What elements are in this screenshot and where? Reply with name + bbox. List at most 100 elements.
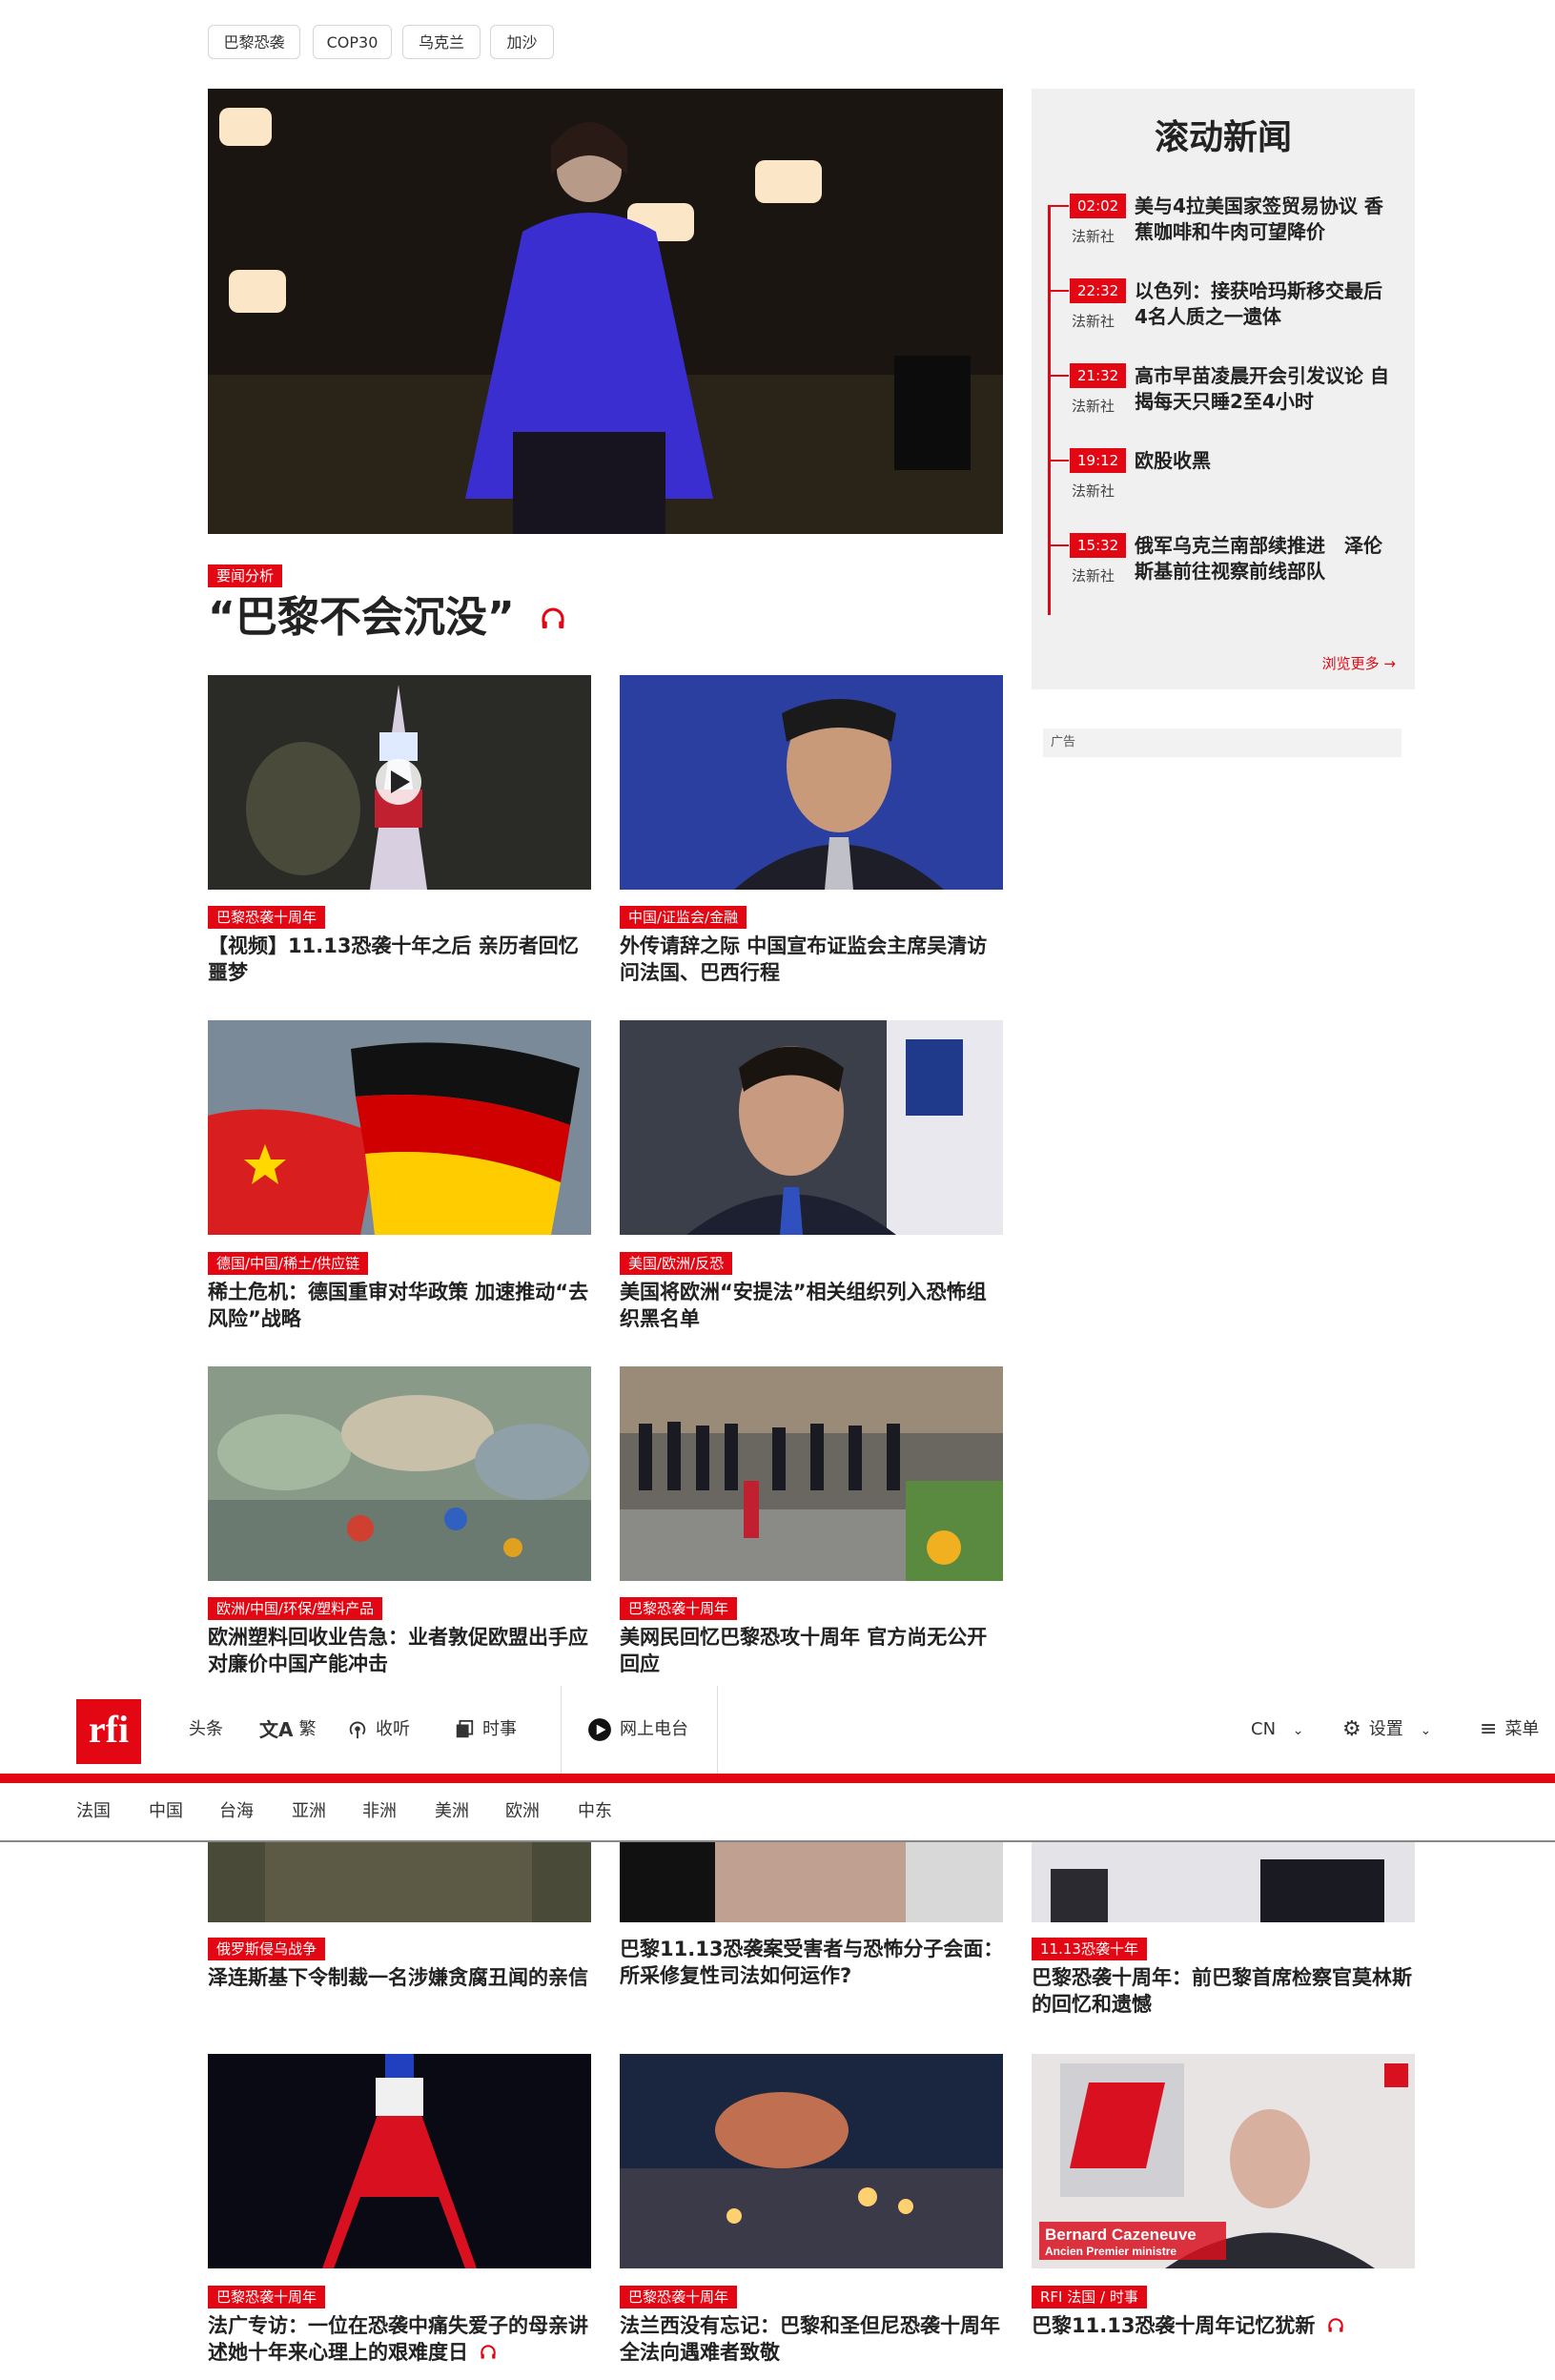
subnav-asia[interactable]: 亚洲 xyxy=(292,1783,326,1840)
article-headline[interactable]: 美国将欧洲“安提法”相关组织列入恐怖组织黑名单 xyxy=(620,1279,1006,1332)
news-title[interactable]: 美与4拉美国家签贸易协议 香蕉咖啡和牛肉可望降价 xyxy=(1135,194,1392,245)
article-headline[interactable]: 美网民回忆巴黎恐攻十周年 官方尚无公开回应 xyxy=(620,1624,1006,1677)
news-source: 法新社 xyxy=(1072,398,1115,415)
image-caption-role: Ancien Premier ministre xyxy=(1045,2245,1176,2258)
news-time: 15:32 xyxy=(1070,533,1127,558)
main-navbar: rfi 头条 文A 繁 收听 时事 网上电台 CN ⌄ ⚙ 设置 ⌄ ≡ 菜单 xyxy=(0,1686,1555,1774)
article-label[interactable]: 巴黎恐袭十周年 xyxy=(620,2286,738,2308)
article-image-rubio[interactable] xyxy=(620,1020,1003,1235)
rfi-logo[interactable]: rfi xyxy=(76,1699,141,1764)
lower-article-image-candles[interactable] xyxy=(620,2054,1003,2268)
hamburger-icon: ≡ xyxy=(1480,1717,1498,1741)
article-headline-text[interactable]: 法广专访：一位在恐袭中痛失爱子的母亲讲述她十年来心理上的艰难度日 xyxy=(208,2314,588,2364)
topic-tag-gaza[interactable]: 加沙 xyxy=(490,25,554,59)
news-source: 法新社 xyxy=(1072,228,1115,245)
article-label[interactable]: 巴黎恐袭十周年 xyxy=(208,906,326,929)
article-label[interactable]: 11.13恐袭十年 xyxy=(1032,1938,1147,1960)
browse-more-link[interactable]: 浏览更多 → xyxy=(1322,653,1396,673)
headphones-icon xyxy=(542,607,564,628)
article-image-flags[interactable] xyxy=(208,1020,591,1235)
subnav-africa[interactable]: 非洲 xyxy=(362,1783,397,1840)
lower-article-image[interactable] xyxy=(208,1840,591,1922)
podcast-icon xyxy=(349,1721,366,1739)
nav-divider xyxy=(717,1686,718,1774)
article-headline[interactable]: 巴黎11.13恐袭案受害者与恐怖分子会面：所采修复性司法如何运作? xyxy=(620,1936,1006,1989)
ad-label: 广告 xyxy=(1043,728,1402,757)
article-label[interactable]: 俄罗斯侵乌战争 xyxy=(208,1938,326,1960)
news-time: 19:12 xyxy=(1070,448,1127,473)
nav-headlines[interactable]: 头条 xyxy=(189,1686,223,1774)
news-title[interactable]: 欧股收黑 xyxy=(1135,448,1392,474)
subnav-taiwan-strait[interactable]: 台海 xyxy=(219,1783,254,1840)
article-headline[interactable]: 外传请辞之际 中国宣布证监会主席吴清访问法国、巴西行程 xyxy=(620,933,1006,986)
article-image-video[interactable] xyxy=(208,675,591,890)
subnav-france[interactable]: 法国 xyxy=(76,1783,111,1840)
nav-current-affairs-label: 时事 xyxy=(482,1719,517,1739)
nav-online-radio[interactable]: 网上电台 xyxy=(587,1686,688,1774)
region-subnav: 法国 中国 台海 亚洲 非洲 美洲 欧洲 中东 xyxy=(0,1783,1555,1842)
nav-listen-label: 收听 xyxy=(376,1719,410,1739)
subnav-europe[interactable]: 欧洲 xyxy=(505,1783,540,1840)
article-headline[interactable]: 法广专访：一位在恐袭中痛失爱子的母亲讲述她十年来心理上的艰难度日 xyxy=(208,2312,594,2366)
topic-tag-ukraine[interactable]: 乌克兰 xyxy=(402,25,481,59)
news-time: 21:32 xyxy=(1070,363,1127,388)
menu-button[interactable]: ≡ 菜单 xyxy=(1480,1686,1539,1774)
nav-listen[interactable]: 收听 xyxy=(347,1686,410,1774)
article-label[interactable]: 德国/中国/稀土/供应链 xyxy=(208,1252,369,1275)
hero-image[interactable] xyxy=(208,89,1003,534)
news-source: 法新社 xyxy=(1072,313,1115,330)
article-image-official[interactable] xyxy=(620,675,1003,890)
topic-tag-cop30[interactable]: COP30 xyxy=(313,25,392,59)
rolling-news-panel: 滚动新闻 02:02 法新社 美与4拉美国家签贸易协议 香蕉咖啡和牛肉可望降价 … xyxy=(1032,89,1415,689)
news-source: 法新社 xyxy=(1072,567,1115,585)
news-time: 22:32 xyxy=(1070,278,1127,303)
article-headline[interactable]: 稀土危机：德国重审对华政策 加速推动“去风险”战略 xyxy=(208,1279,594,1332)
subnav-americas[interactable]: 美洲 xyxy=(435,1783,469,1840)
subnav-middle-east[interactable]: 中东 xyxy=(578,1783,612,1840)
play-circle-icon xyxy=(588,1718,611,1741)
settings-button[interactable]: ⚙ 设置 ⌄ xyxy=(1342,1686,1431,1774)
topic-tag-paris-attack[interactable]: 巴黎恐袭 xyxy=(208,25,300,59)
article-headline-text[interactable]: 巴黎11.13恐袭十周年记忆犹新 xyxy=(1032,2314,1315,2337)
article-image-memorial[interactable] xyxy=(620,1366,1003,1581)
language-selector[interactable]: CN ⌄ xyxy=(1251,1686,1304,1774)
rolling-news-title: 滚动新闻 xyxy=(1154,118,1292,157)
menu-label: 菜单 xyxy=(1504,1719,1540,1739)
news-title[interactable]: 高市早苗凌晨开会引发议论 自揭每天只睡2至4小时 xyxy=(1135,363,1392,415)
language-label: CN xyxy=(1251,1719,1277,1739)
subnav-china[interactable]: 中国 xyxy=(149,1783,183,1840)
nav-current-affairs[interactable]: 时事 xyxy=(454,1686,517,1774)
article-headline[interactable]: 巴黎恐袭十周年：前巴黎首席检察官莫林斯的回忆和遗憾 xyxy=(1032,1964,1418,2018)
news-title[interactable]: 俄军乌克兰南部续推进 泽伦斯基前往视察前线部队 xyxy=(1135,533,1392,585)
article-headline[interactable]: 欧洲塑料回收业告急：业者敦促欧盟出手应对廉价中国产能冲击 xyxy=(208,1624,594,1677)
article-label[interactable]: 巴黎恐袭十周年 xyxy=(208,2286,326,2308)
hero-title[interactable]: “巴黎不会沉没” xyxy=(208,589,575,646)
article-headline[interactable]: 巴黎11.13恐袭十周年记忆犹新 xyxy=(1032,2312,1418,2339)
hero-label[interactable]: 要闻分析 xyxy=(208,564,283,587)
article-headline[interactable]: 【视频】11.13恐袭十年之后 亲历者回忆噩梦 xyxy=(208,933,594,986)
chevron-down-icon: ⌄ xyxy=(1292,1723,1304,1738)
lower-article-image-eiffel[interactable] xyxy=(208,2054,591,2268)
article-image-plastic[interactable] xyxy=(208,1366,591,1581)
article-headline[interactable]: 泽连斯基下令制裁一名涉嫌贪腐丑闻的亲信 xyxy=(208,1964,594,1991)
lower-article-image[interactable] xyxy=(1032,1840,1415,1922)
headphones-icon xyxy=(1328,2318,1343,2332)
article-label[interactable]: 巴黎恐袭十周年 xyxy=(620,1597,738,1620)
settings-label: 设置 xyxy=(1368,1719,1403,1739)
hero-title-text[interactable]: “巴黎不会沉没” xyxy=(208,593,515,642)
nav-divider xyxy=(561,1686,562,1774)
news-source: 法新社 xyxy=(1072,482,1115,500)
nav-traditional-toggle[interactable]: 文A 繁 xyxy=(259,1686,316,1774)
article-headline[interactable]: 法兰西没有忘记：巴黎和圣但尼恐袭十周年 全法向遇难者致敬 xyxy=(620,2312,1006,2366)
article-label[interactable]: RFI 法国 / 时事 xyxy=(1032,2286,1147,2308)
chevron-down-icon: ⌄ xyxy=(1420,1723,1432,1738)
image-caption-name: Bernard Cazeneuve xyxy=(1045,2226,1197,2244)
news-title[interactable]: 以色列：接获哈玛斯移交最后4名人质之一遗体 xyxy=(1135,278,1392,330)
article-label[interactable]: 美国/欧洲/反恐 xyxy=(620,1252,733,1275)
article-label[interactable]: 欧洲/中国/环保/塑料产品 xyxy=(208,1597,383,1620)
lower-article-image[interactable] xyxy=(620,1840,1003,1922)
timeline-line xyxy=(1048,205,1051,615)
library-icon xyxy=(456,1719,474,1738)
article-label[interactable]: 中国/证监会/金融 xyxy=(620,906,747,929)
lower-article-image-cazeneuve[interactable]: Bernard Cazeneuve Ancien Premier ministr… xyxy=(1032,2054,1415,2268)
